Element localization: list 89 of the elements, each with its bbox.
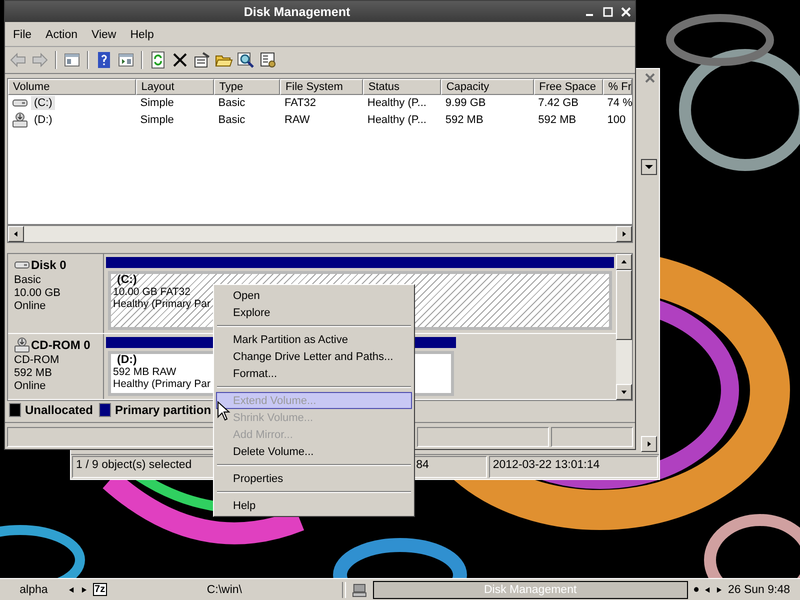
maximize-icon[interactable] — [603, 6, 613, 17]
column-header[interactable]: % Fr — [603, 78, 632, 95]
scroll-left-button[interactable] — [8, 226, 24, 242]
disk-size: 592 MB — [14, 366, 53, 378]
table-cell: Simple — [140, 114, 174, 126]
table-cell: 592 MB — [445, 114, 484, 126]
right-arrow-icon[interactable] — [716, 586, 722, 592]
column-header[interactable]: Layout — [136, 78, 214, 95]
table-cell: Basic — [218, 97, 246, 110]
table-cell[interactable]: (C:) — [31, 96, 56, 110]
settings-icon[interactable] — [259, 51, 277, 70]
table-cell: 100 — [607, 114, 626, 126]
properties-icon[interactable] — [193, 51, 211, 70]
disk-type: Basic — [14, 274, 42, 286]
cd-drive-icon — [14, 336, 30, 352]
horizontal-scrollbar[interactable] — [7, 225, 633, 244]
disk-size: 10.00 GB — [14, 287, 62, 300]
disk-type: CD-ROM — [14, 354, 60, 366]
table-cell[interactable]: (D:) — [31, 113, 56, 128]
computer-icon[interactable] — [352, 582, 366, 598]
up-arrow-icon — [620, 258, 628, 266]
dropdown-button[interactable] — [641, 159, 657, 175]
column-header[interactable]: Volume — [8, 78, 136, 95]
column-header[interactable]: Capacity — [441, 78, 534, 95]
menu-item[interactable]: Open — [216, 287, 412, 304]
delete-icon[interactable] — [171, 51, 189, 70]
column-header[interactable]: Free Space — [534, 78, 604, 95]
panel-icon[interactable] — [63, 51, 81, 70]
menu-item[interactable]: View — [86, 27, 122, 44]
pointer-icon — [217, 401, 231, 421]
left-arrow-icon — [12, 230, 20, 238]
disk-status: Online — [14, 300, 47, 312]
scroll-right-button[interactable] — [641, 436, 657, 452]
disk-name: Disk 0 — [31, 258, 66, 272]
legend-label: Primary partition — [115, 403, 212, 418]
down-arrow-icon — [645, 163, 653, 171]
menu-item[interactable]: Explore — [216, 304, 412, 321]
help-icon[interactable] — [95, 51, 113, 70]
partition-status: Healthy (Primary Par — [113, 298, 210, 310]
path-label: C:\win\ — [206, 584, 244, 596]
scrollbar-thumb[interactable] — [616, 270, 632, 340]
partition-size: 592 MB RAW — [113, 366, 176, 378]
refresh-icon[interactable] — [149, 51, 167, 70]
disk-status: Online — [14, 380, 47, 392]
menu-item[interactable]: Change Drive Letter and Paths... — [216, 348, 412, 365]
table-cell: 7.42 GB — [538, 97, 579, 110]
table-cell: 9.99 GB — [445, 97, 486, 110]
column-header[interactable]: Type — [214, 78, 280, 95]
right-arrow-icon — [645, 440, 653, 448]
dot-icon — [694, 587, 699, 592]
scroll-down-button[interactable] — [616, 384, 632, 400]
menu-item[interactable]: File — [7, 27, 38, 44]
menu-item[interactable]: Mark Partition as Active — [216, 331, 412, 348]
legend-label: Unallocated — [25, 403, 94, 418]
table-cell: Simple — [140, 97, 174, 110]
workspace-label[interactable]: alpha — [4, 584, 64, 596]
table-cell: FAT32 — [284, 97, 316, 110]
table-cell: 592 MB — [538, 114, 576, 126]
vertical-scrollbar[interactable] — [616, 254, 632, 400]
clock-text: 26 Sun 9:48 — [728, 584, 791, 596]
down-arrow-icon — [620, 388, 628, 396]
menu-item[interactable]: Help — [124, 27, 160, 44]
menu-item[interactable]: Help — [216, 497, 412, 514]
table-cell: Healthy (P... — [367, 114, 426, 126]
right-arrow-icon — [620, 230, 628, 238]
right-arrow-icon[interactable] — [80, 586, 87, 592]
table-cell: RAW — [284, 114, 310, 126]
panel-icon[interactable] — [117, 51, 135, 70]
launcher-button[interactable]: 7z — [92, 583, 108, 596]
menu-item[interactable]: Format... — [216, 365, 412, 382]
column-header[interactable]: Status — [363, 78, 442, 95]
status-text: 2012-03-22 13:01:14 — [488, 456, 658, 478]
table-cell: Basic — [218, 114, 246, 126]
left-arrow-icon[interactable] — [69, 586, 75, 592]
cd-drive-icon — [12, 112, 28, 128]
scroll-up-button[interactable] — [616, 254, 632, 270]
partition-label: (C:) — [116, 274, 137, 286]
partition-size: 10.00 GB FAT32 — [113, 286, 190, 298]
left-arrow-icon[interactable] — [704, 586, 710, 592]
partition-status: Healthy (Primary Par — [113, 378, 210, 390]
partition-label: (D:) — [116, 354, 137, 366]
table-cell: Healthy (P... — [367, 97, 426, 110]
scroll-right-button[interactable] — [616, 226, 632, 242]
disk-name: CD-ROM 0 — [31, 338, 90, 352]
column-header[interactable]: File System — [280, 78, 364, 95]
menu-item[interactable]: Action — [40, 27, 84, 44]
window-title: Disk Management — [242, 4, 352, 19]
search-icon[interactable] — [237, 51, 255, 70]
table-cell: 74 % — [607, 97, 632, 110]
